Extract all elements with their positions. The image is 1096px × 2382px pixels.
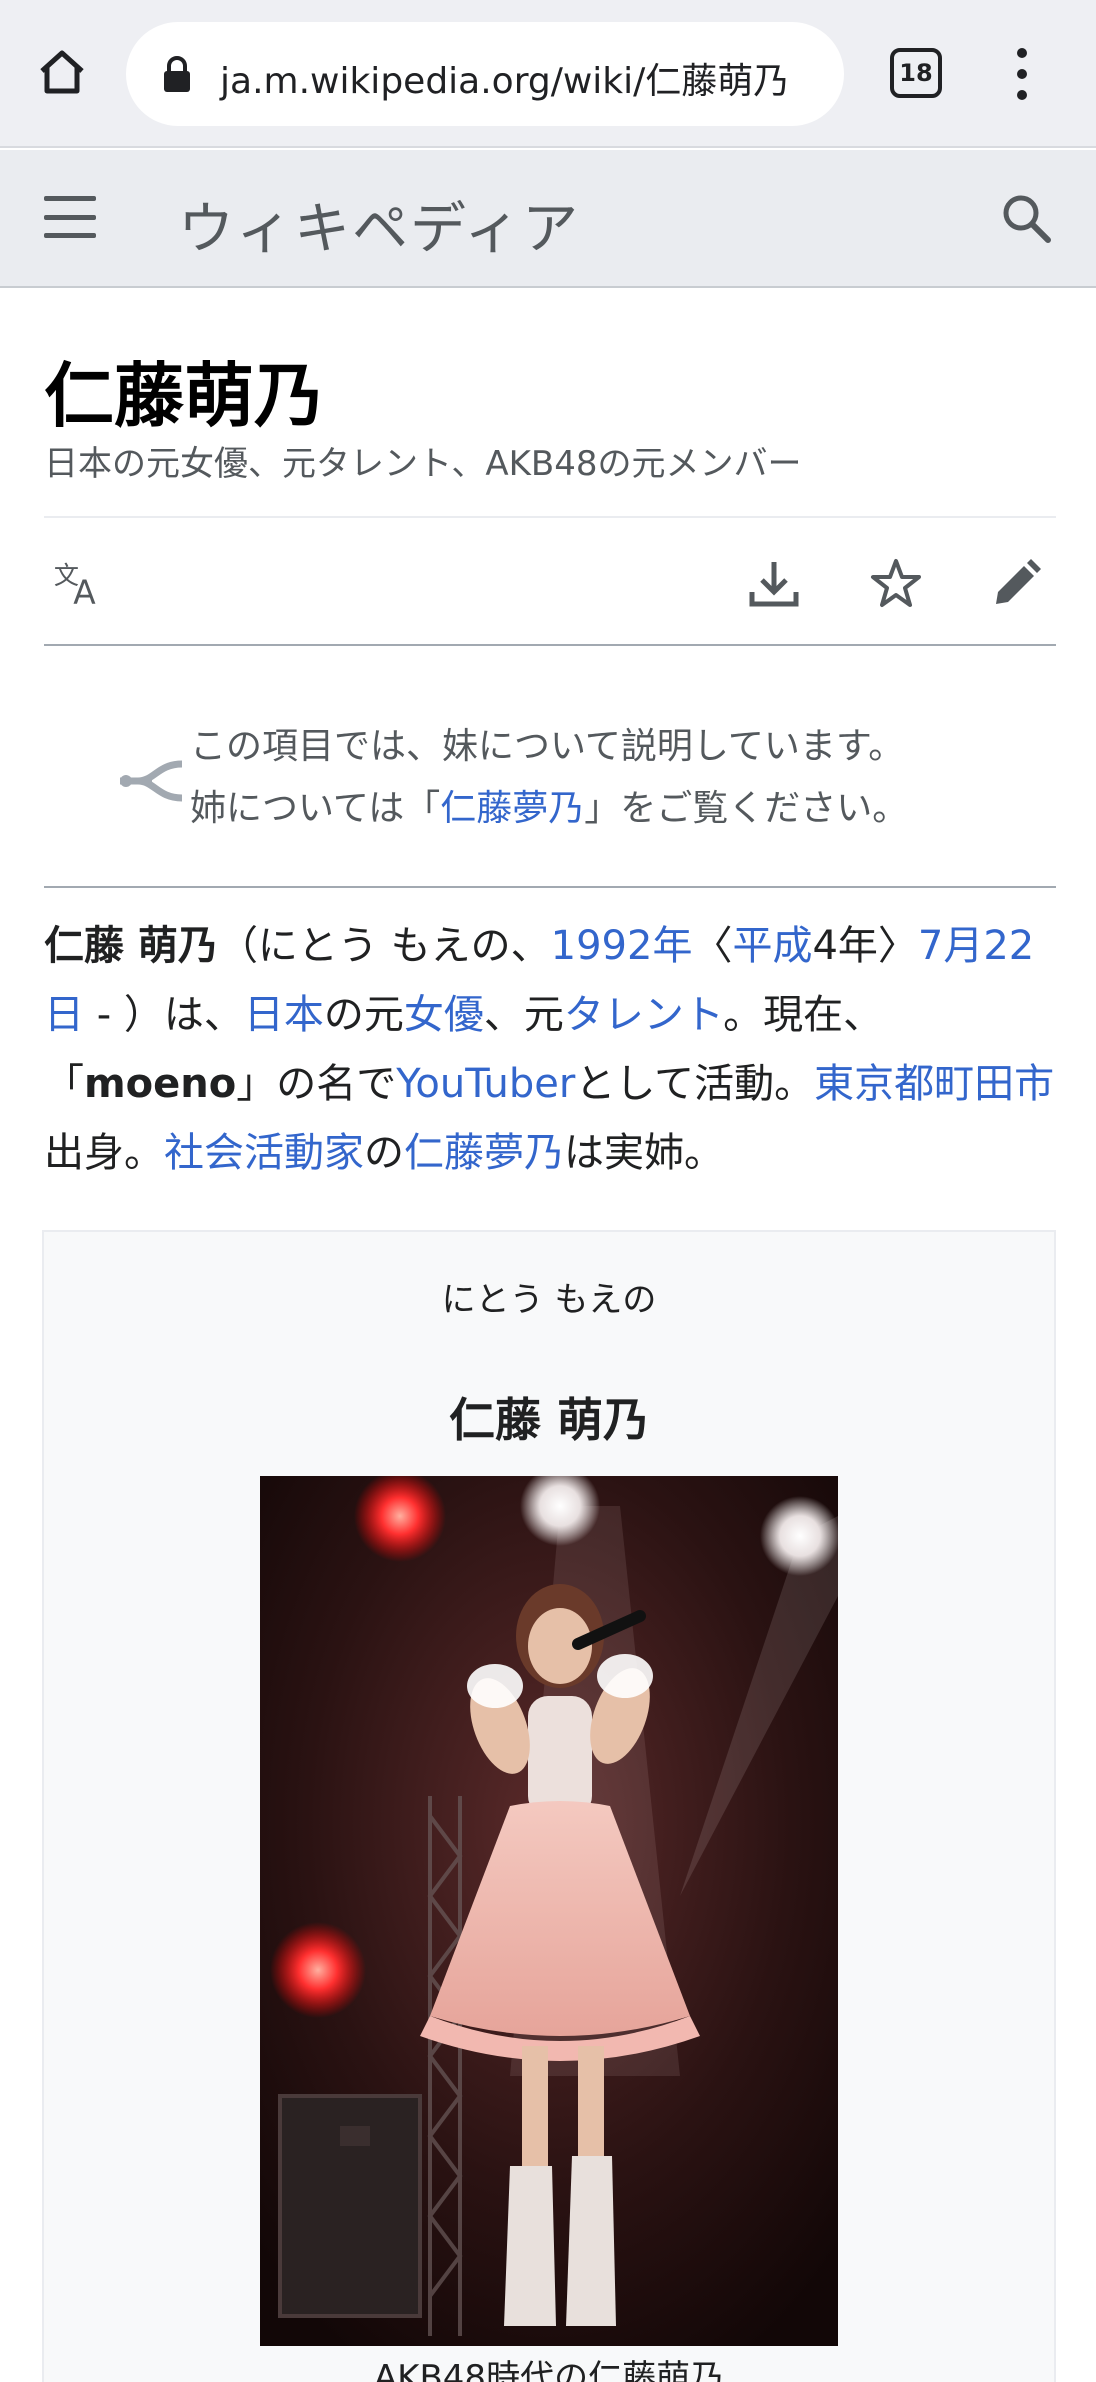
- search-icon[interactable]: [998, 190, 1054, 250]
- lead-paragraph: 仁藤 萌乃（にとう もえの、1992年〈平成4年〉7月22日 - ）は、日本の元…: [44, 912, 1060, 1188]
- japan-link[interactable]: 日本: [244, 992, 324, 1038]
- address-bar[interactable]: ja.m.wikipedia.org/wiki/仁藤萌乃: [126, 22, 844, 126]
- sister-link[interactable]: 仁藤夢乃: [404, 1130, 564, 1176]
- home-icon[interactable]: [30, 40, 94, 104]
- lead-text: - ）は、: [84, 992, 244, 1038]
- lead-text: 〈: [692, 923, 733, 969]
- hatnote-line-2: 姉については「仁藤夢乃」をご覧ください。: [190, 778, 908, 840]
- wikipedia-logo[interactable]: ウィキペディア: [178, 184, 580, 265]
- infobox-photo[interactable]: [260, 1476, 838, 2346]
- infobox-name: 仁藤 萌乃: [448, 1393, 649, 1447]
- lead-text: の元: [323, 992, 404, 1038]
- hatnote-text: この項目では、妹について説明しています。 姉については「仁藤夢乃」をご覧ください…: [190, 716, 908, 840]
- lead-text: として活動。: [575, 1061, 815, 1107]
- lead-text: は実姉。: [564, 1130, 724, 1176]
- sister-article-link[interactable]: 仁藤夢乃: [440, 788, 584, 829]
- browser-toolbar: ja.m.wikipedia.org/wiki/仁藤萌乃 18: [0, 0, 1096, 148]
- machida-link[interactable]: 東京都町田市: [814, 1061, 1054, 1107]
- lead-text: 出身。: [44, 1130, 164, 1176]
- edit-pencil-icon[interactable]: [988, 556, 1044, 612]
- page-description: 日本の元女優、元タレント、AKB48の元メンバー: [44, 444, 802, 484]
- url-text[interactable]: ja.m.wikipedia.org/wiki/仁藤萌乃: [220, 52, 789, 104]
- watch-star-icon[interactable]: [868, 556, 924, 612]
- main-menu-icon[interactable]: [44, 196, 96, 238]
- svg-text:A: A: [73, 573, 96, 610]
- infobox: にとう もえの 仁藤 萌乃 AKB48時代の仁藤萌乃: [42, 1230, 1056, 2382]
- hatnote: この項目では、妹について説明しています。 姉については「仁藤夢乃」をご覧ください…: [44, 680, 1056, 888]
- alias-name: moeno: [84, 1061, 237, 1107]
- subject-name: 仁藤 萌乃: [44, 923, 218, 969]
- lock-icon: [162, 56, 192, 98]
- hatnote-line-2-post: 」をご覧ください。: [584, 788, 909, 829]
- language-icon[interactable]: 文 A: [52, 556, 108, 612]
- lead-text: 、元: [483, 992, 564, 1038]
- page-actions: 文 A: [44, 516, 1056, 646]
- lead-text: 」の名で: [236, 1061, 397, 1107]
- activist-link[interactable]: 社会活動家: [164, 1130, 364, 1176]
- lead-text: の: [364, 1130, 404, 1176]
- talent-link[interactable]: タレント: [564, 992, 723, 1038]
- youtuber-link[interactable]: YouTuber: [396, 1061, 575, 1107]
- era-link[interactable]: 平成: [732, 923, 812, 969]
- tab-switcher-button[interactable]: 18: [890, 48, 942, 98]
- hatnote-line-1: この項目では、妹について説明しています。: [190, 726, 905, 767]
- disambiguation-icon: [118, 758, 184, 808]
- browser-menu-icon[interactable]: [1006, 44, 1038, 104]
- infobox-caption: AKB48時代の仁藤萌乃: [373, 2358, 725, 2382]
- lead-text: 4年〉: [812, 923, 918, 969]
- year-link[interactable]: 1992年: [551, 923, 693, 969]
- actress-link[interactable]: 女優: [404, 992, 484, 1038]
- download-icon[interactable]: [746, 556, 802, 612]
- page-title: 仁藤萌乃: [44, 354, 324, 437]
- lead-text: （にとう もえの、: [217, 923, 551, 969]
- wiki-header: ウィキペディア: [0, 150, 1096, 288]
- infobox-reading: にとう もえの: [441, 1280, 657, 1320]
- tab-count: 18: [899, 59, 933, 87]
- hatnote-line-2-pre: 姉については「: [190, 788, 441, 829]
